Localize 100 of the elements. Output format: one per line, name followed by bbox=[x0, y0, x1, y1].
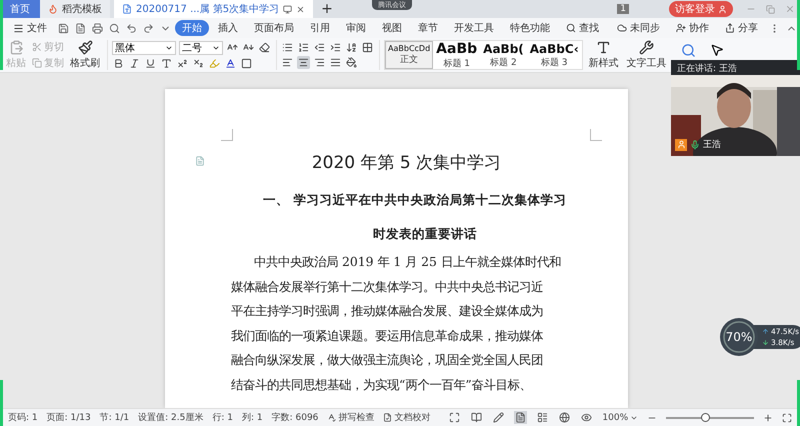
ribbon-tab[interactable]: 视图 bbox=[375, 20, 409, 36]
section-heading: 一、 学习习近平在中共中央政治局第十二次集体学习 bbox=[262, 192, 568, 209]
document-title: 2020 年第 5 次集中学习 bbox=[312, 152, 502, 174]
underline-icon[interactable] bbox=[144, 56, 157, 70]
paragraph-line: 中共中央政治局 2019 年 1 月 25 日上午就全媒体时代和 bbox=[253, 253, 562, 271]
document-icon bbox=[122, 4, 132, 14]
crop-mark bbox=[590, 129, 602, 141]
indent-icon[interactable] bbox=[329, 41, 342, 54]
italic-icon[interactable] bbox=[128, 56, 141, 70]
text-tool-button[interactable]: 文字工具 bbox=[624, 40, 669, 70]
preview-icon[interactable] bbox=[107, 22, 122, 34]
fit-icon[interactable] bbox=[782, 412, 792, 422]
load-percent: 70% bbox=[726, 330, 752, 344]
scissors-icon bbox=[32, 42, 42, 52]
ribbon-tab[interactable]: 开发工具 bbox=[447, 20, 501, 36]
brush-icon bbox=[78, 40, 92, 55]
search-button[interactable]: 查找 bbox=[559, 20, 606, 36]
ribbon-tab[interactable]: 特色功能 bbox=[503, 20, 557, 36]
border-icon[interactable] bbox=[361, 41, 374, 54]
print-icon[interactable] bbox=[90, 22, 105, 34]
paragraph-line: 媒体融合发展举行第十二次集体学习。中共中央总书记习近 bbox=[230, 278, 544, 296]
brush-button[interactable]: 格式刷 bbox=[68, 40, 102, 70]
speaker-name: 王浩 bbox=[703, 138, 721, 151]
view-mode-icon[interactable] bbox=[470, 411, 484, 424]
microphone-icon bbox=[690, 140, 700, 150]
font-color-icon[interactable] bbox=[224, 56, 237, 70]
up-arrow-icon bbox=[762, 328, 769, 335]
down-arrow-icon bbox=[762, 339, 769, 346]
wrench-icon bbox=[639, 40, 654, 55]
paragraph-line: 平在主持学习时强调，推动媒体融合发展、建设全媒体成为 bbox=[230, 302, 544, 320]
eraser-icon[interactable] bbox=[258, 41, 271, 54]
zoom-in-icon[interactable] bbox=[763, 412, 773, 422]
speaker-label: 正在讲话: 王浩 bbox=[676, 62, 738, 75]
login-button[interactable]: 访客登录 bbox=[669, 1, 733, 17]
status-button[interactable]: 文档校对 bbox=[383, 411, 430, 424]
toolbar-action[interactable]: 分享 bbox=[718, 20, 765, 36]
ribbon-tab[interactable]: 章节 bbox=[411, 20, 445, 36]
outdent-icon[interactable] bbox=[313, 41, 326, 54]
share-frame-corner bbox=[0, 0, 3, 70]
align-right-icon[interactable] bbox=[313, 56, 326, 69]
status-item: 行: 1 bbox=[212, 412, 233, 424]
status-item: 列: 1 bbox=[242, 412, 263, 424]
close-icon bbox=[296, 4, 306, 14]
ribbon-tab[interactable]: 审阅 bbox=[339, 20, 373, 36]
tab[interactable]: 20200717 ...属 第5次集中学习 bbox=[114, 0, 314, 18]
file-menu[interactable]: 文件 bbox=[6, 20, 54, 36]
share-icon bbox=[725, 23, 735, 33]
view-mode-icon[interactable] bbox=[448, 411, 462, 424]
view-mode-icon[interactable] bbox=[514, 411, 528, 424]
font-select[interactable]: 黑体 bbox=[112, 40, 176, 54]
save-icon[interactable] bbox=[56, 22, 71, 34]
ribbon-tab[interactable]: 引用 bbox=[303, 20, 337, 36]
share-frame-corner bbox=[797, 380, 800, 426]
sort-icon[interactable] bbox=[345, 41, 358, 54]
ribbon-tab[interactable]: 插入 bbox=[211, 20, 245, 36]
view-mode-icon[interactable] bbox=[558, 411, 572, 424]
search-icon bbox=[566, 23, 576, 33]
size-select[interactable]: 二号 bbox=[179, 40, 223, 54]
person-icon bbox=[676, 23, 686, 33]
share-frame-corner bbox=[0, 380, 3, 426]
slider-thumb[interactable] bbox=[700, 412, 710, 422]
flame-icon bbox=[48, 4, 58, 14]
numbered-list-icon[interactable] bbox=[297, 41, 310, 54]
tab[interactable]: 首页 bbox=[0, 0, 40, 18]
toolbar-action[interactable]: 协作 bbox=[669, 20, 716, 36]
toolbar-action[interactable]: 未同步 bbox=[610, 20, 667, 36]
paragraph-line: 我们面临的一项紧迫课题。要运用信息革命成果，推动媒体 bbox=[230, 326, 544, 344]
crop-mark bbox=[221, 129, 233, 141]
view-mode-icon[interactable] bbox=[492, 411, 506, 424]
paragraph-line: 融合向纵深发展，做大做强主流舆论，巩固全党全国人民团 bbox=[230, 351, 544, 369]
style-preset[interactable]: AaBbCcDd 正文 bbox=[385, 41, 434, 69]
ribbon-tab[interactable]: 开始 bbox=[175, 20, 209, 36]
share-frame-corner bbox=[797, 0, 800, 70]
status-item: 设置值: 2.5厘米 bbox=[138, 412, 204, 424]
new-tab-button[interactable]: + bbox=[313, 0, 341, 18]
section-heading: 时发表的重要讲话 bbox=[372, 226, 478, 243]
ribbon-tab[interactable]: 页面布局 bbox=[247, 20, 301, 36]
new-style-button[interactable]: 新样式 bbox=[586, 40, 621, 70]
status-item: 页码: 1 bbox=[8, 412, 38, 424]
text-effect-icon[interactable] bbox=[160, 56, 173, 70]
window-count: 1 bbox=[617, 4, 629, 14]
view-mode-icon[interactable] bbox=[536, 411, 550, 424]
status-button[interactable]: 拼写检查 bbox=[327, 411, 374, 424]
text-style-icon bbox=[596, 40, 612, 55]
status-item: 节: 1/1 bbox=[100, 412, 130, 424]
shading-icon[interactable] bbox=[240, 56, 253, 70]
tab[interactable]: 稻壳模板 bbox=[40, 0, 110, 18]
justify-icon[interactable] bbox=[329, 56, 342, 69]
align-left-icon[interactable] bbox=[281, 56, 294, 69]
status-item: 字数: 6096 bbox=[272, 412, 318, 424]
paint-bucket-icon[interactable] bbox=[345, 56, 358, 69]
paragraph-line: 结奋斗的共同思想基础，为实现“两个一百年”奋斗目标、 bbox=[230, 376, 533, 394]
menu-icon bbox=[13, 22, 24, 34]
view-mode-icon[interactable] bbox=[580, 411, 594, 424]
monitor-icon bbox=[283, 4, 292, 14]
copy-icon bbox=[32, 58, 42, 68]
user-icon bbox=[718, 4, 727, 14]
align-center-icon[interactable] bbox=[297, 56, 310, 69]
zoom-select[interactable]: 100% bbox=[602, 412, 638, 422]
presenter-icon bbox=[675, 138, 687, 150]
